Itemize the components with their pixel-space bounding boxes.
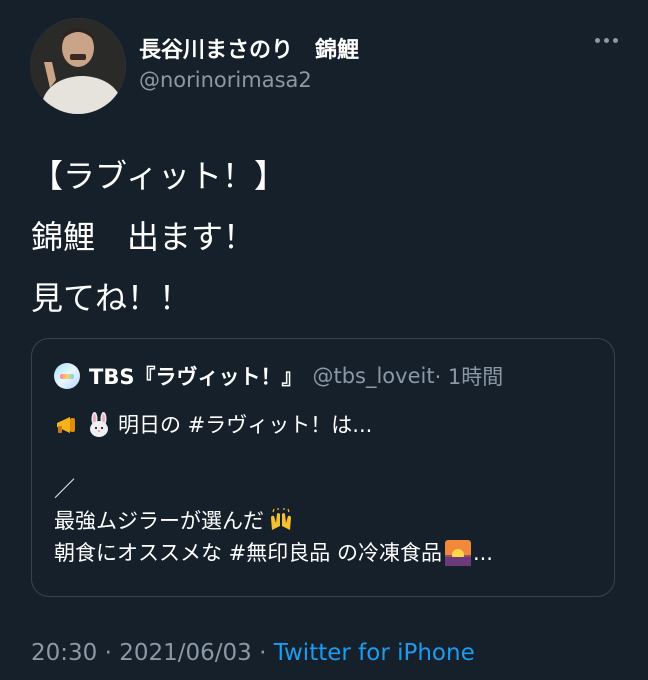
megaphone-icon [57, 417, 75, 433]
quoted-tweet[interactable]: TBS『ラヴィット！』 @tbs_loveit · 1時間 明日の #ラヴィット… [31, 338, 615, 597]
more-options-icon[interactable] [595, 38, 618, 43]
quoted-avatar [54, 363, 80, 389]
tweet-text: 【ラブィット！】 錦鯉 出ます！ 見てね！！ [31, 146, 621, 329]
quoted-line-1: 明日の #ラヴィット！は... [118, 413, 373, 437]
user-handle[interactable]: @norinorimasa2 [139, 68, 312, 92]
sunrise-icon [444, 540, 471, 566]
tweet-text-line: 見てね！！ [31, 279, 192, 317]
quoted-line-3: 最強ムジラーが選んだ [54, 509, 264, 533]
tweet-time[interactable]: 20:30 [31, 640, 97, 666]
tweet-date[interactable]: 2021/06/03 [119, 640, 252, 666]
tweet-text-line: 【ラブィット！】 [31, 157, 287, 195]
separator: · [251, 640, 274, 666]
quoted-time: · 1時間 [434, 365, 504, 389]
tweet-source-link[interactable]: Twitter for iPhone [274, 640, 475, 666]
quoted-handle: @tbs_loveit [312, 364, 435, 388]
author-avatar[interactable] [30, 18, 126, 114]
tweet-meta: 20:30 · 2021/06/03 · Twitter for iPhone [31, 640, 475, 666]
quoted-ellipsis: ... [472, 541, 493, 565]
rabbit-face-icon [90, 412, 108, 437]
quoted-display-name: TBS『ラヴィット！』 [89, 365, 303, 389]
display-name[interactable]: 長谷川まさのり 錦鯉 [139, 32, 359, 64]
quoted-line-2: ／ [54, 477, 75, 501]
quoted-tweet-header: TBS『ラヴィット！』 @tbs_loveit · 1時間 [54, 361, 503, 391]
quoted-tweet-text: 明日の #ラヴィット！は... ／ 最強ムジラーが選んだ 朝食にオススメな #無… [54, 409, 594, 569]
raising-hands-icon [271, 508, 291, 530]
quoted-line-4: 朝食にオススメな #無印良品 の冷凍食品 [54, 541, 442, 565]
tweet-text-line: 錦鯉 出ます！ [31, 218, 256, 256]
separator: · [97, 640, 120, 666]
